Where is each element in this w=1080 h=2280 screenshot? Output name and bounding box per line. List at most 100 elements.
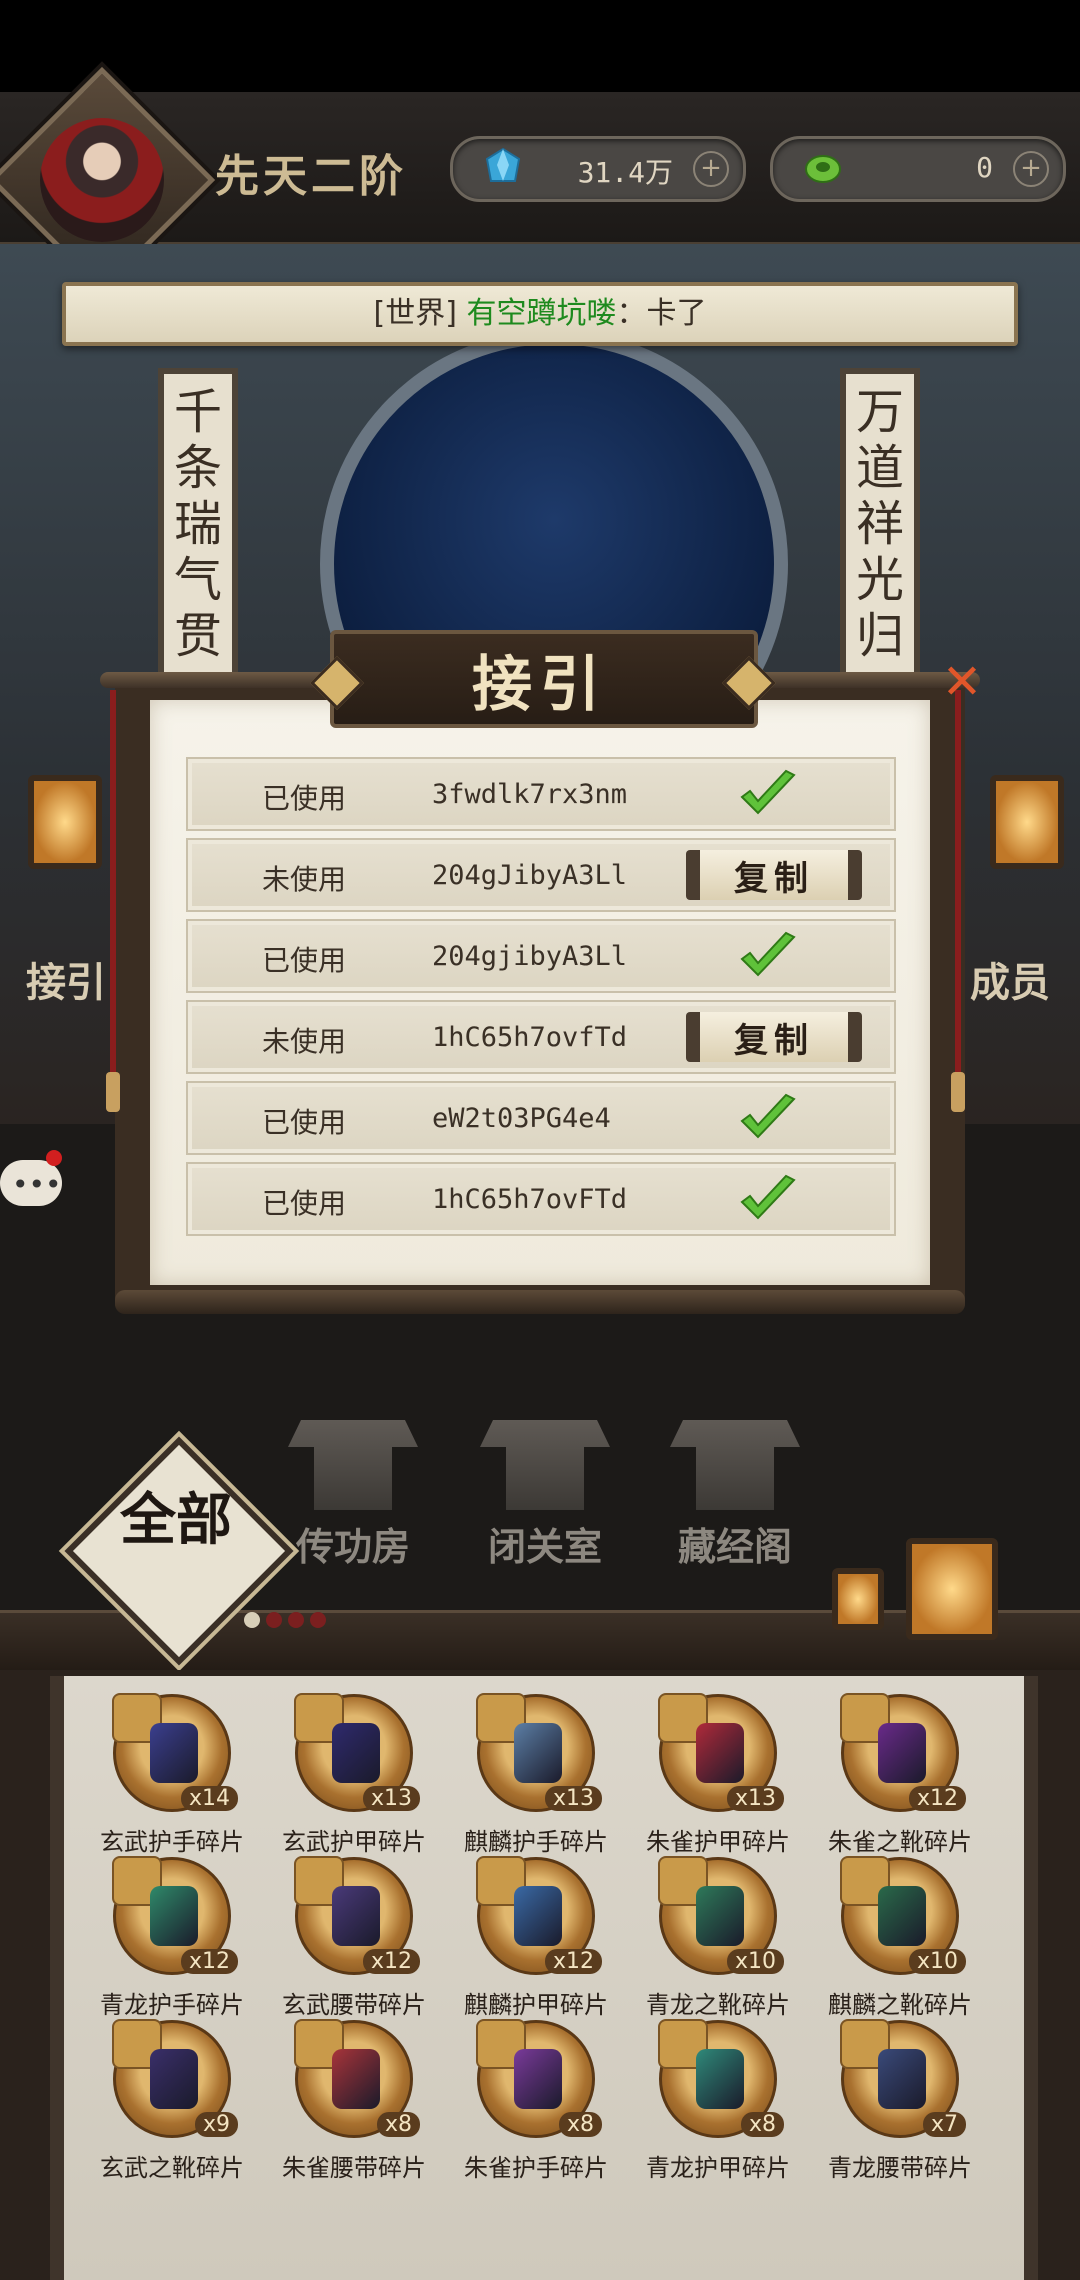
inventory-border-right [1024,1676,1038,2280]
inventory-item[interactable]: x12 朱雀之靴碎片 [810,1693,990,1856]
inventory-item[interactable]: x13 朱雀护甲碎片 [628,1693,808,1856]
fragment-badge: x13 [294,1693,420,1812]
checkmark-icon [740,1174,796,1220]
inventory-item[interactable]: x12 玄武腰带碎片 [264,1856,444,2019]
inventory-item[interactable]: x10 青龙之靴碎片 [628,1856,808,2019]
scroll-rod-bottom [115,1290,965,1314]
fragment-badge: x10 [840,1856,966,1975]
equipment-icon [150,1886,198,1946]
equipment-icon [878,1886,926,1946]
fragment-badge: x8 [476,2019,602,2138]
item-name: 青龙护甲碎片 [646,2154,790,2182]
chat-button[interactable]: ••• [0,1160,62,1206]
side-building-left-label[interactable]: 接引 [26,950,106,1008]
inventory-item[interactable]: x10 麒麟之靴碎片 [810,1856,990,2019]
close-button[interactable]: ✕ [940,658,984,706]
page-dot [266,1612,282,1628]
code-status: 已使用 [262,782,347,815]
item-count: x8 [558,2112,602,2137]
chat-icon: ••• [12,1168,62,1201]
inventory-item[interactable]: x9 玄武之靴碎片 [82,2019,262,2182]
inventory-item[interactable]: x8 朱雀护手碎片 [446,2019,626,2182]
inventory-border-left [50,1676,64,2280]
item-name: 玄武之靴碎片 [100,2154,244,2182]
fragment-badge: x14 [112,1693,238,1812]
copy-code-button[interactable]: 复制 [686,850,862,900]
code-value: 1hC65h7ovfTd [432,1022,628,1053]
spirit-stone-icon [805,155,841,183]
invite-code-row: 已使用 3fwdlk7rx3nm [186,757,896,831]
inventory-item[interactable]: x13 麒麟护手碎片 [446,1693,626,1856]
equipment-icon [514,2049,562,2109]
world-chat-banner[interactable]: [世界] 有空蹲坑喽：卡了 [62,282,1018,346]
side-building-right-label[interactable]: 成员 [970,950,1050,1008]
fragment-badge: x12 [476,1856,602,1975]
inventory-item[interactable]: x7 青龙腰带碎片 [810,2019,990,2182]
fragment-badge: x12 [840,1693,966,1812]
inventory-item[interactable]: x8 青龙护甲碎片 [628,2019,808,2182]
lantern-icon [906,1538,998,1640]
tassel-icon [951,1072,965,1112]
fragment-badge: x10 [658,1856,784,1975]
building-label: 藏经阁 [677,1524,792,1569]
status-bar [0,0,1080,92]
currency-spirit-stone-value: 0 [976,151,993,184]
item-count: x14 [180,1786,238,1811]
code-value: eW2t03PG4e4 [432,1103,611,1134]
avatar[interactable] [40,118,164,242]
item-name: 朱雀腰带碎片 [282,2154,426,2182]
scroll-rope-left [110,690,116,1090]
code-value: 1hC65h7ovFTd [432,1184,628,1215]
copy-code-button[interactable]: 复制 [686,1012,862,1062]
filter-all-button[interactable]: 全部 [96,1490,256,1550]
add-jade-button[interactable]: + [693,151,729,187]
building-cangjing[interactable]: 藏经阁 [660,1420,810,1580]
fragment-badge: x8 [658,2019,784,2138]
scroll-rope-right [955,690,961,1090]
item-count: x8 [740,2112,784,2137]
item-name: 青龙之靴碎片 [646,1991,790,2019]
building-chuangong[interactable]: 传功房 [278,1420,428,1580]
pavilion-icon [480,1420,610,1510]
item-name: 麒麟护甲碎片 [464,1991,608,2019]
invite-code-row: 已使用 eW2t03PG4e4 [186,1081,896,1155]
item-name: 玄武护甲碎片 [282,1828,426,1856]
dialog-title: 接引 [472,650,608,720]
world-chat-channel: [世界] [373,296,457,331]
checkmark-icon [740,1093,796,1139]
equipment-icon [150,1723,198,1783]
fragment-badge: x12 [112,1856,238,1975]
checkmark-icon [740,931,796,977]
item-name: 朱雀之靴碎片 [828,1828,972,1856]
lantern-icon [28,775,102,869]
inventory-item[interactable]: x8 朱雀腰带碎片 [264,2019,444,2182]
code-status: 未使用 [262,1025,347,1058]
item-count: x12 [908,1786,966,1811]
fragment-badge: x7 [840,2019,966,2138]
tassel-icon [106,1072,120,1112]
checkmark-icon [740,769,796,815]
item-name: 玄武护手碎片 [100,1828,244,1856]
code-status: 已使用 [262,1106,347,1139]
building-label: 闭关室 [487,1524,602,1569]
item-count: x10 [908,1949,966,1974]
item-count: x8 [376,2112,420,2137]
code-status: 已使用 [262,944,347,977]
item-count: x13 [726,1786,784,1811]
fragment-badge: x9 [112,2019,238,2138]
currency-jade-value: 31.4万 [577,156,673,189]
inventory-item[interactable]: x13 玄武护甲碎片 [264,1693,444,1856]
inventory-item[interactable]: x12 青龙护手碎片 [82,1856,262,2019]
world-chat-player[interactable]: 有空蹲坑喽 [466,296,616,331]
add-spirit-stone-button[interactable]: + [1013,151,1049,187]
inventory-item[interactable]: x12 麒麟护甲碎片 [446,1856,626,2019]
item-count: x10 [726,1949,784,1974]
equipment-icon [514,1723,562,1783]
building-biguan[interactable]: 闭关室 [470,1420,620,1580]
currency-spirit-stone: 0 + [770,136,1066,202]
inventory-item[interactable]: x14 玄武护手碎片 [82,1693,262,1856]
code-status: 已使用 [262,1187,347,1220]
item-count: x12 [362,1949,420,1974]
item-name: 麒麟之靴碎片 [828,1991,972,2019]
item-name: 青龙腰带碎片 [828,2154,972,2182]
